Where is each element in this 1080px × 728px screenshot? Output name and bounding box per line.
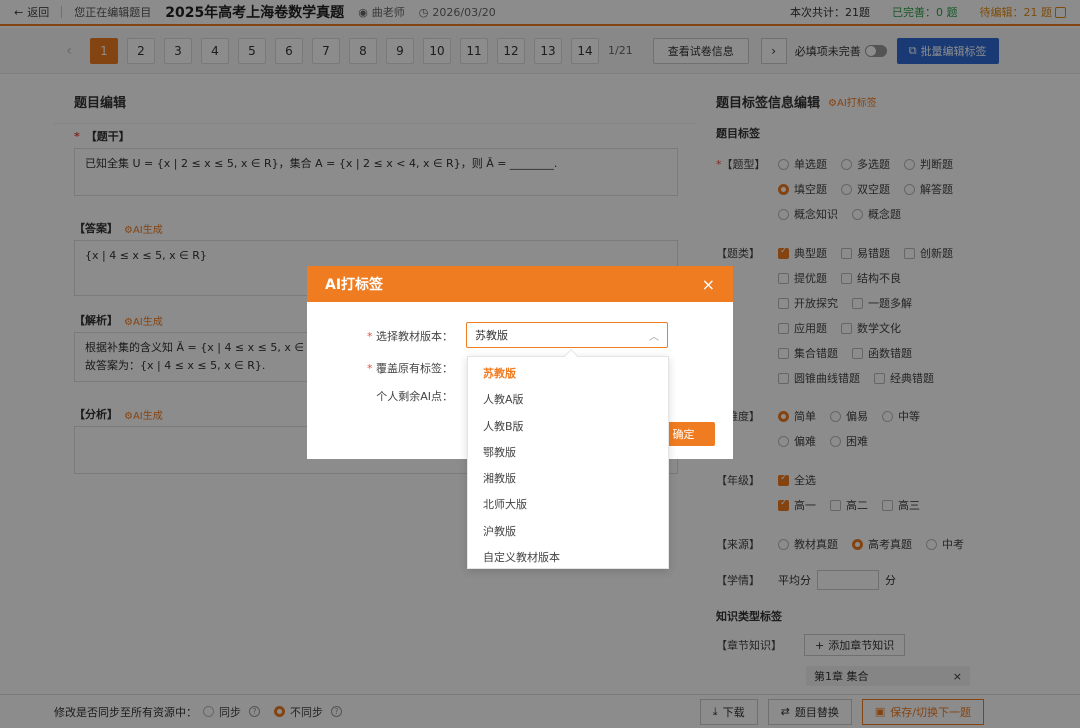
edition-select-value: 苏教版	[475, 329, 508, 342]
close-icon[interactable]: ×	[702, 275, 715, 294]
remaining-ai-label: 个人剩余AI点：	[376, 390, 453, 403]
required-star: *	[367, 330, 376, 343]
edition-select[interactable]: 苏教版 ︿	[466, 322, 668, 348]
modal-title: AI打标签	[325, 277, 384, 293]
edition-label-text: 选择教材版本：	[376, 330, 453, 343]
required-star: *	[367, 362, 376, 375]
edition-label: * 选择教材版本：	[307, 328, 453, 344]
edition-dropdown: 苏教版 人教A版 人教B版 鄂教版 湘教版 北师大版 沪教版 自定义教材版本	[467, 348, 669, 571]
dropdown-option[interactable]: 人教B版	[468, 414, 668, 440]
dropdown-option[interactable]: 湘教版	[468, 466, 668, 492]
dropdown-option[interactable]: 自定义教材版本	[468, 545, 668, 571]
overwrite-label: * 覆盖原有标签：	[307, 360, 453, 376]
overwrite-label-text: 覆盖原有标签：	[376, 362, 453, 375]
dropdown-option[interactable]: 人教A版	[468, 387, 668, 413]
chevron-up-icon: ︿	[649, 331, 659, 343]
dropdown-option[interactable]: 鄂教版	[468, 440, 668, 466]
dropdown-option[interactable]: 苏教版	[468, 361, 668, 387]
dropdown-option[interactable]: 北师大版	[468, 492, 668, 518]
dropdown-option[interactable]: 沪教版	[468, 519, 668, 545]
modal-header: AI打标签 ×	[307, 266, 733, 302]
